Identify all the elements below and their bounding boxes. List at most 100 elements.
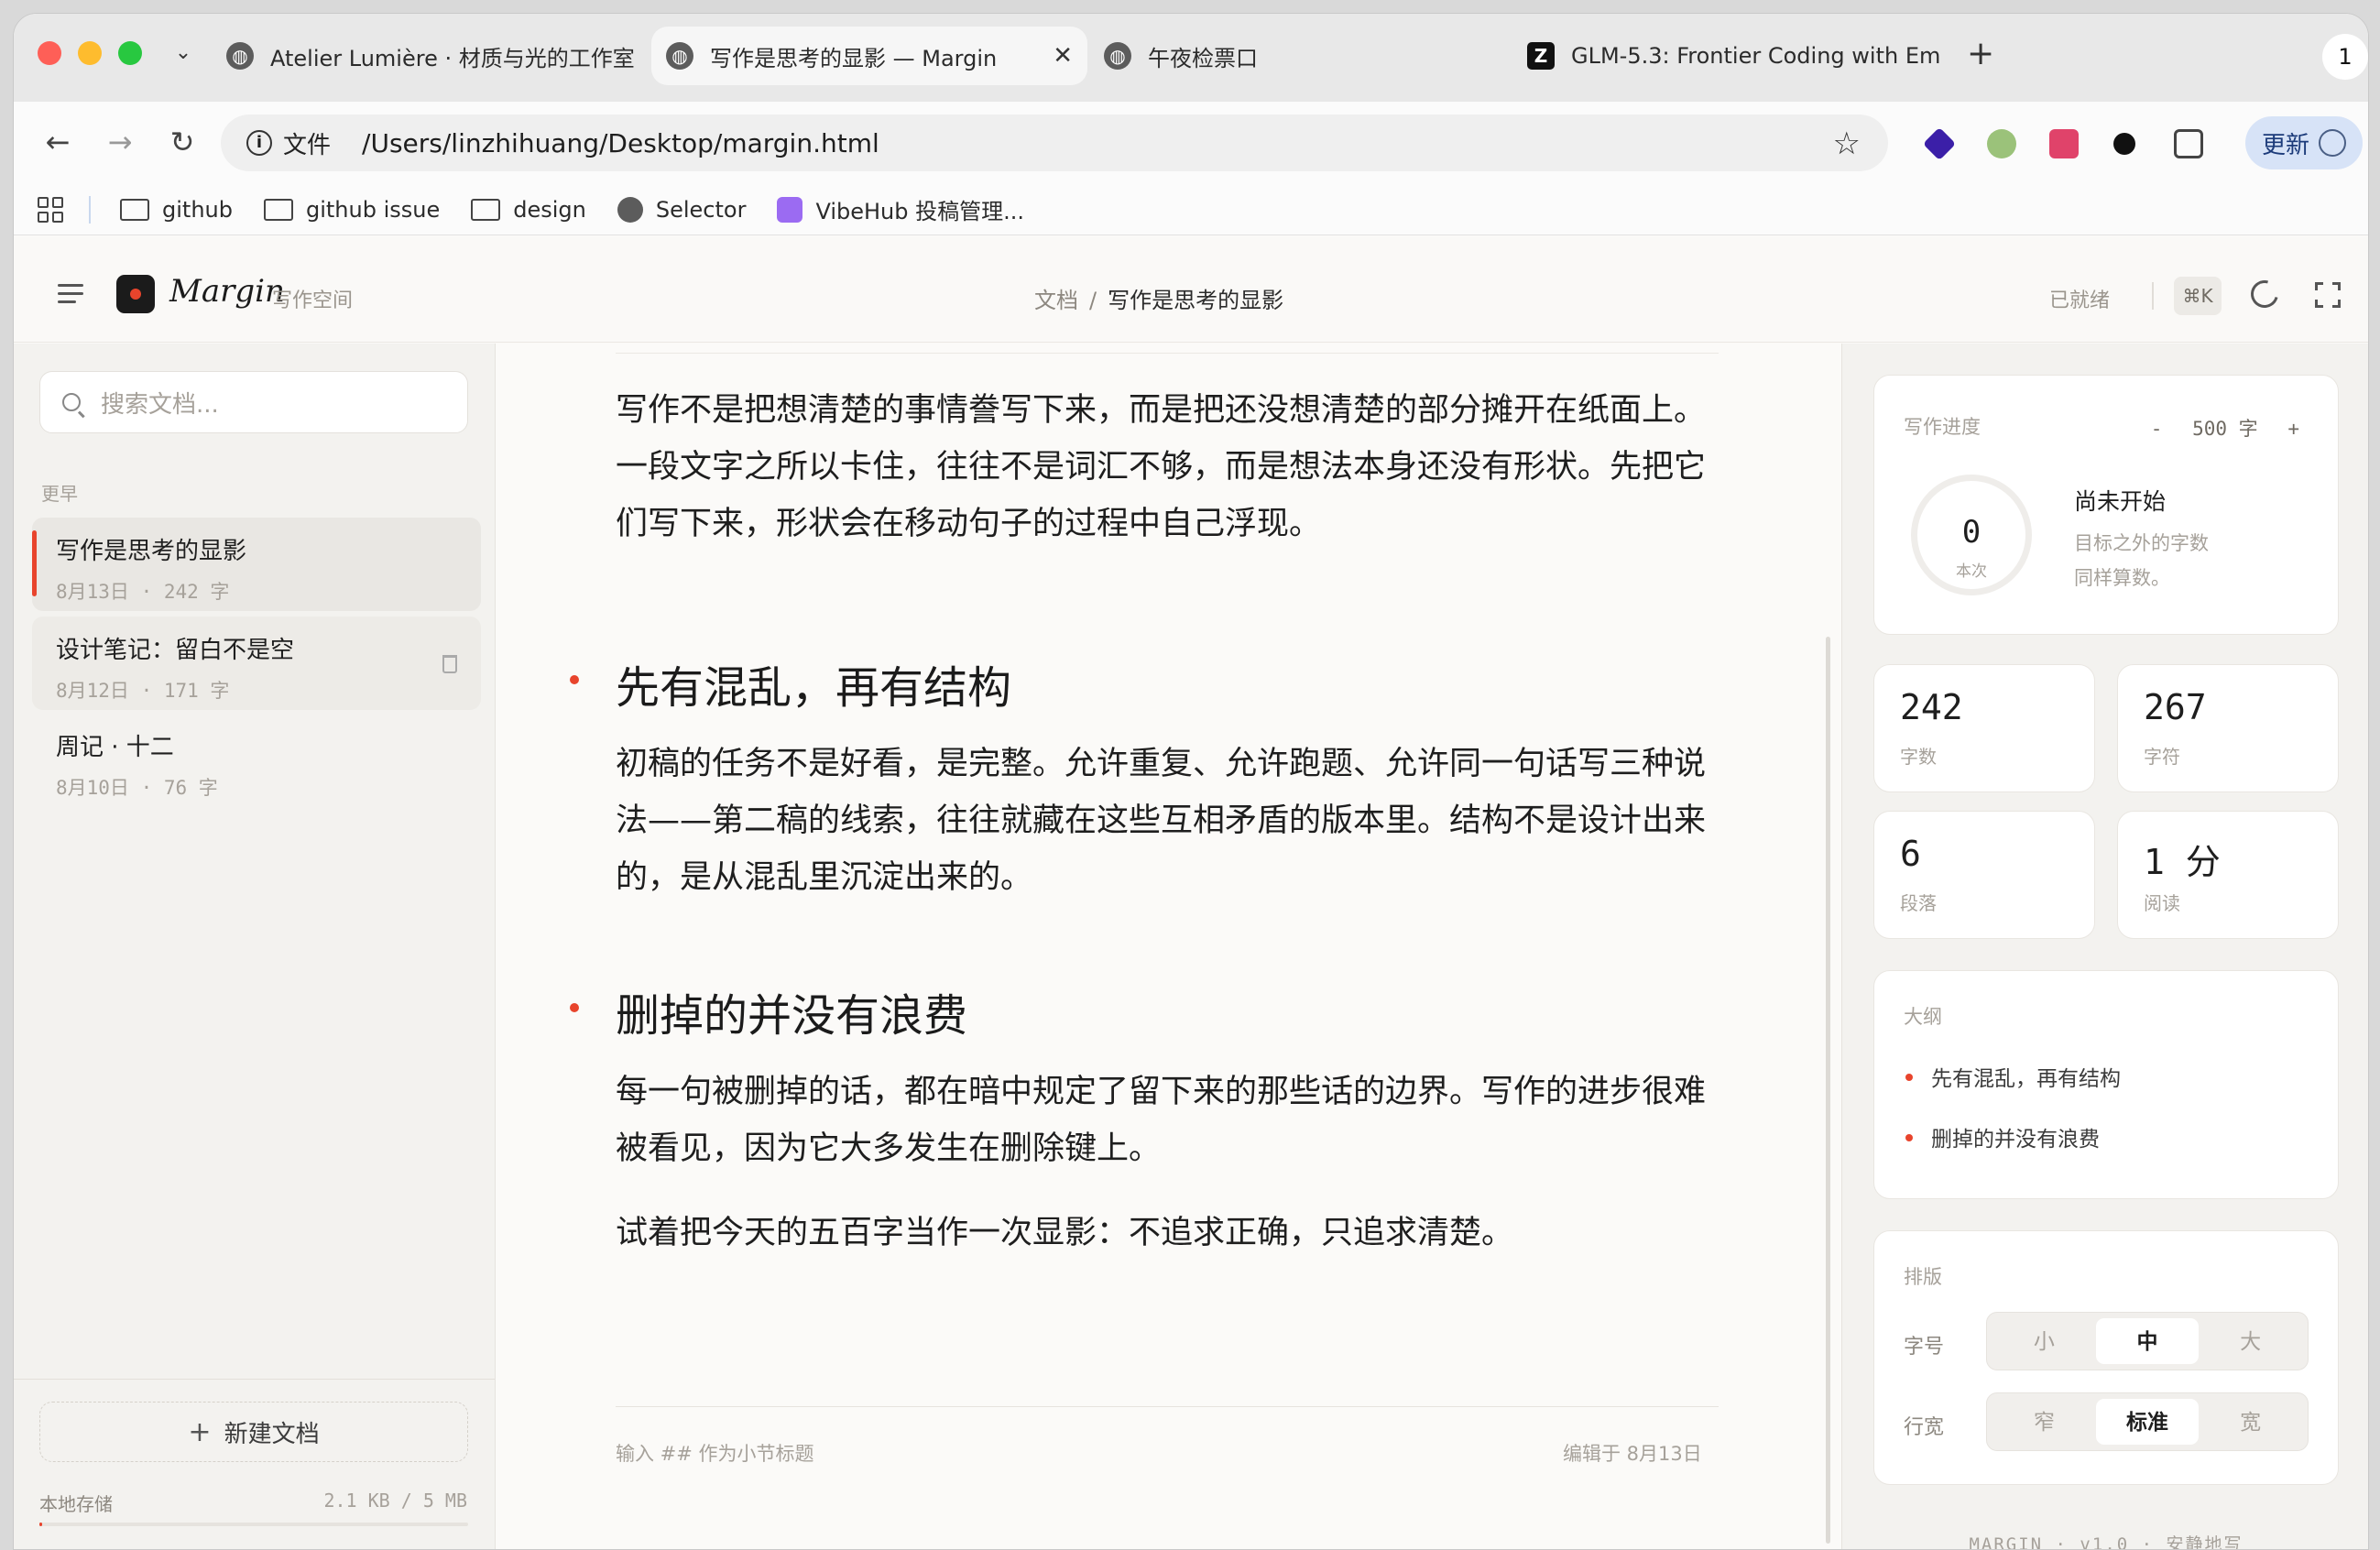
app-header: Margin 写作空间 文档 / 写作是思考的显影 已就绪 ⌘K [14,236,2368,343]
bookmark-label: github issue [305,196,441,223]
maximize-window-button[interactable] [118,41,142,65]
line-width-label: 行宽 [1904,1416,1945,1439]
progress-ring: 0 本次 [1911,475,2032,595]
tab-atelier[interactable]: ◍ Atelier Lumière · 材质与光的工作室 [226,27,639,85]
doc-list-item[interactable]: 周记 · 十二 8月10日 · 76 字 [32,714,481,807]
stat-label: 阅读 [2144,892,2180,914]
breadcrumb-separator: / [1089,288,1097,313]
width-standard[interactable]: 标准 [2095,1399,2200,1445]
info-icon[interactable]: i [246,130,272,156]
goal-decrease-button[interactable]: - [2151,418,2163,440]
editor-pane[interactable]: 写作不是把想清楚的事情誊写下来，而是把还没想清楚的部分摊开在纸面上。一段文字之所… [497,344,1840,1549]
font-size-medium[interactable]: 中 [2095,1318,2200,1364]
bookmark-github-issue[interactable]: github issue [263,196,441,223]
bookmark-vibehub[interactable]: VibeHub 投稿管理... [777,193,1024,225]
doc-list-item[interactable]: 设计笔记：留白不是空 8月12日 · 171 字 [32,617,481,710]
back-arrow-icon[interactable]: ← [38,122,78,162]
progress-label: 写作进度 [1904,416,1981,438]
doc-list-item[interactable]: 写作是思考的显影 8月13日 · 242 字 [32,518,481,611]
new-doc-label: 新建文档 [224,1420,320,1448]
bookmark-label: github [162,196,233,223]
apps-grid-icon[interactable] [38,196,63,223]
layout-label: 排版 [1904,1266,1942,1288]
breadcrumb: 文档 / 写作是思考的显影 [1034,282,1283,314]
edited-timestamp: 编辑于 8月13日 [1563,1443,1702,1465]
update-button[interactable]: 更新 [2245,116,2363,169]
tab-glm[interactable]: Z GLM-5.3: Frontier Coding with Em [1527,27,1939,85]
menu-hamburger-icon[interactable] [58,284,83,309]
bottom-divider [616,1406,1719,1407]
progress-note: 目标之外的字数 同样算数。 [2074,526,2209,595]
tab-midnight[interactable]: ◍ 午夜检票口 [1104,27,1489,85]
progress-note-line: 同样算数。 [2074,567,2170,589]
extensions-puzzle-icon[interactable] [2174,129,2203,158]
bookmark-label: design [513,196,586,223]
profile-count[interactable]: 1 [2322,34,2368,80]
extension-dot-icon[interactable] [2113,133,2135,155]
stat-label: 字符 [2144,746,2180,768]
stat-label: 段落 [1900,892,1937,914]
outline-item[interactable]: 删掉的并没有浪费 [1931,1121,2100,1152]
tab-search-chevron-icon[interactable]: ⌄ [169,39,197,67]
search-input[interactable]: 搜索文档... [39,371,468,433]
paragraph[interactable]: 初稿的任务不是好看，是完整。允许重复、允许跑题、允许同一句话写三种说法——第二稿… [616,736,1715,906]
stat-card: 267 字符 [2117,664,2339,792]
doc-meta: 8月12日 · 171 字 [56,680,230,702]
section-heading[interactable]: 先有混乱，再有结构 [616,651,1011,715]
section-heading[interactable]: 删掉的并没有浪费 [616,979,967,1043]
command-palette-button[interactable]: ⌘K [2174,277,2222,315]
extension-translate-icon[interactable] [2049,129,2079,158]
outline-item[interactable]: 先有混乱，再有结构 [1931,1061,2121,1092]
plus-icon: + [188,1415,212,1448]
browser-toolbar: ← → ↻ i 文件 /Users/linzhihuang/Desktop/ma… [14,102,2368,184]
bookmark-star-icon[interactable]: ☆ [1833,126,1861,162]
reload-icon[interactable]: ↻ [162,122,202,162]
fullscreen-icon[interactable] [2315,282,2341,308]
stat-value: 267 [2144,687,2207,727]
tab-title: 午夜检票口 [1148,45,1258,71]
url-text[interactable]: /Users/linzhihuang/Desktop/margin.html [362,128,879,158]
new-doc-button[interactable]: + 新建文档 [39,1402,468,1462]
width-narrow[interactable]: 窄 [1992,1399,2096,1445]
storage-label: 本地存储 [39,1493,113,1515]
width-wide[interactable]: 宽 [2199,1399,2302,1445]
close-window-button[interactable] [38,41,61,65]
breadcrumb-root[interactable]: 文档 [1034,288,1078,313]
bookmark-github[interactable]: github [120,197,233,223]
address-bar[interactable]: i 文件 /Users/linzhihuang/Desktop/margin.h… [221,115,1888,171]
editor-scrollbar[interactable] [1826,637,1830,1544]
extension-puzzle-green-icon[interactable] [1987,129,2016,158]
goal-increase-button[interactable]: + [2287,418,2299,440]
font-size-small[interactable]: 小 [1992,1318,2096,1364]
paragraph[interactable]: 试着把今天的五百字当作一次显影：不追求正确，只追求清楚。 [616,1205,1715,1261]
paragraph[interactable]: 写作不是把想清楚的事情誊写下来，而是把还没想清楚的部分摊开在纸面上。一段文字之所… [616,382,1715,552]
globe-icon [617,196,643,223]
group-label: 更早 [41,483,78,505]
active-indicator [32,530,37,596]
new-tab-plus-icon[interactable]: + [1967,38,1994,71]
tab-margin[interactable]: ◍ 写作是思考的显影 — Margin ✕ [651,27,1087,85]
globe-icon: ◍ [666,42,693,70]
trash-icon[interactable] [442,655,457,673]
font-size-large[interactable]: 大 [2199,1318,2302,1364]
doc-meta: 8月13日 · 242 字 [56,581,230,603]
bookmarks-separator [89,195,91,224]
storage-bar [39,1523,468,1526]
doc-meta: 8月10日 · 76 字 [56,777,218,799]
paragraph[interactable]: 每一句被删掉的话，都在暗中规定了留下来的那些话的边界。写作的进步很难被看见，因为… [616,1064,1715,1177]
stat-label: 字数 [1900,746,1937,768]
markdown-hint: 输入 ## 作为小节标题 [616,1443,814,1465]
top-divider [616,353,1719,354]
extension-diamond-icon[interactable] [1922,126,1957,161]
progress-status: 尚未开始 [2074,488,2167,515]
forward-arrow-icon[interactable]: → [100,122,140,162]
close-tab-icon[interactable]: ✕ [1034,42,1073,70]
bookmark-design[interactable]: design [471,197,586,223]
dark-mode-moon-icon[interactable] [2245,275,2284,313]
heading-marker [570,675,579,684]
folder-icon [263,198,293,221]
bookmark-selector[interactable]: Selector [617,196,746,223]
minimize-window-button[interactable] [78,41,102,65]
vibehub-icon [777,196,803,223]
globe-icon: ◍ [1104,42,1131,70]
